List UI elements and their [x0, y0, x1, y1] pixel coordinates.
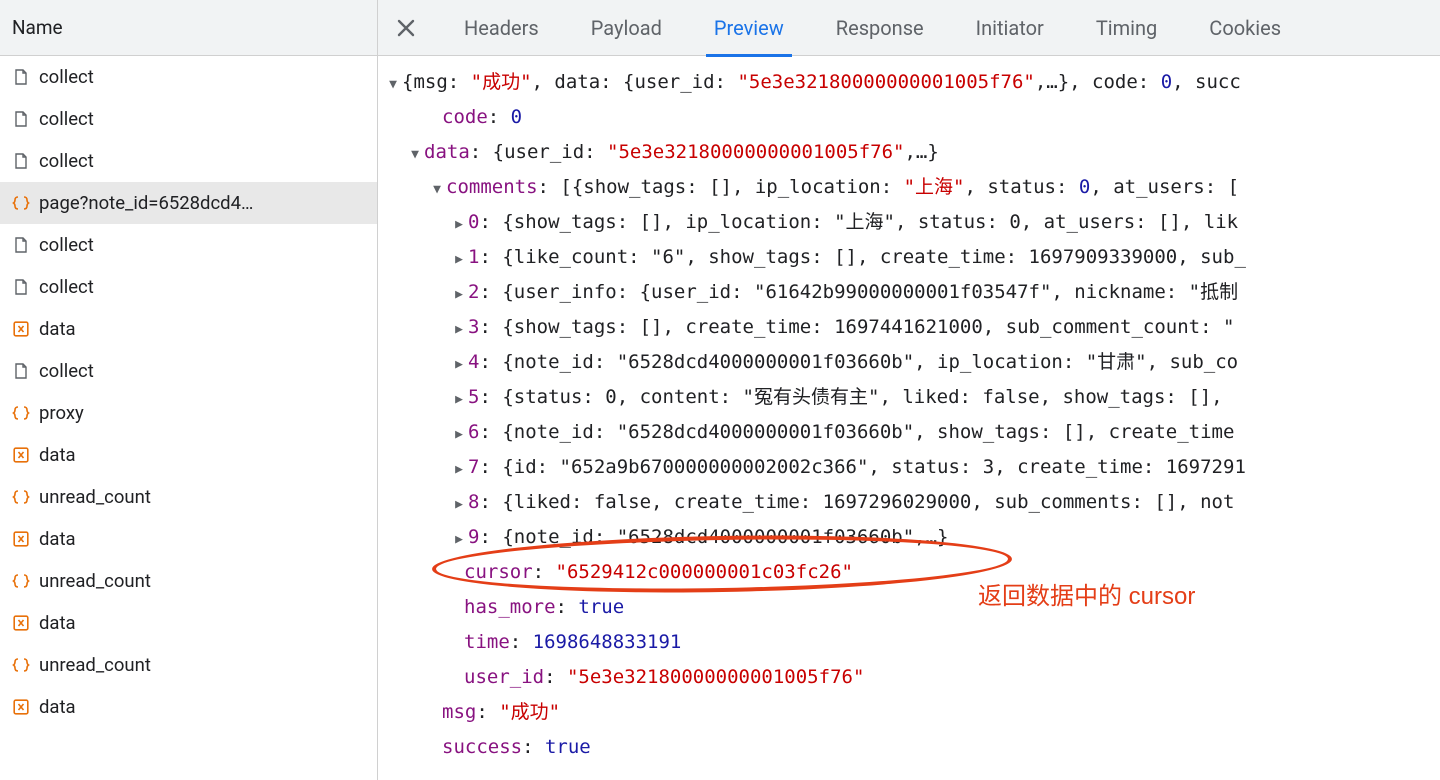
request-name: unread_count	[39, 486, 151, 508]
expand-arrow-icon[interactable]	[450, 454, 468, 486]
json-array-item-row[interactable]: 0: {show_tags: [], ip_location: "上海", st…	[384, 206, 1434, 241]
tab-preview[interactable]: Preview	[688, 0, 810, 56]
request-row[interactable]: unread_count	[0, 644, 377, 686]
tab-timing[interactable]: Timing	[1070, 0, 1183, 56]
expand-arrow-icon[interactable]	[406, 139, 424, 171]
request-name: collect	[39, 66, 94, 88]
request-row[interactable]: proxy	[0, 392, 377, 434]
xhr-orange-icon	[12, 698, 30, 716]
request-row[interactable]: collect	[0, 224, 377, 266]
request-name: unread_count	[39, 570, 151, 592]
json-root-row[interactable]: {msg: "成功", data: {user_id: "5e3e3218000…	[384, 66, 1434, 101]
xhr-orange-icon	[12, 614, 30, 632]
json-orange-icon	[12, 194, 30, 212]
expand-arrow-icon[interactable]	[450, 209, 468, 241]
tab-response[interactable]: Response	[810, 0, 950, 56]
json-data-row[interactable]: data: {user_id: "5e3e32180000000001005f7…	[384, 136, 1434, 171]
doc-icon	[12, 362, 30, 380]
request-name: data	[39, 318, 76, 340]
json-has-more-row[interactable]: has_more: true	[384, 591, 1434, 626]
doc-icon	[12, 68, 30, 86]
request-name: collect	[39, 108, 94, 130]
tab-cookies[interactable]: Cookies	[1183, 0, 1307, 56]
doc-icon	[12, 152, 30, 170]
request-name: data	[39, 444, 76, 466]
request-name: page?note_id=6528dcd4…	[39, 192, 253, 214]
request-row[interactable]: data	[0, 308, 377, 350]
expand-arrow-icon[interactable]	[450, 384, 468, 416]
request-name: collect	[39, 276, 94, 298]
json-array-item-row[interactable]: 3: {show_tags: [], create_time: 16974416…	[384, 311, 1434, 346]
request-row[interactable]: page?note_id=6528dcd4…	[0, 182, 377, 224]
expand-arrow-icon[interactable]	[450, 524, 468, 556]
tab-headers[interactable]: Headers	[438, 0, 565, 56]
expand-arrow-icon[interactable]	[428, 174, 446, 206]
expand-arrow-icon[interactable]	[450, 314, 468, 346]
expand-arrow-icon[interactable]	[450, 489, 468, 521]
json-comments-row[interactable]: comments: [{show_tags: [], ip_location: …	[384, 171, 1434, 206]
json-orange-icon	[12, 572, 30, 590]
request-list: collect collect collect page?note_id=6528dc…	[0, 56, 377, 780]
request-list-panel: Name collect collect collect page?note_id=6…	[0, 0, 378, 780]
json-time-row[interactable]: time: 1698648833191	[384, 626, 1434, 661]
json-msg-row[interactable]: msg: "成功"	[384, 696, 1434, 731]
json-user-id-row[interactable]: user_id: "5e3e32180000000001005f76"	[384, 661, 1434, 696]
expand-arrow-icon[interactable]	[450, 244, 468, 276]
json-array-item-row[interactable]: 5: {status: 0, content: "冤有头债有主", liked:…	[384, 381, 1434, 416]
request-row[interactable]: collect	[0, 140, 377, 182]
doc-icon	[12, 110, 30, 128]
expand-arrow-icon[interactable]	[384, 69, 402, 101]
json-array-item-row[interactable]: 7: {id: "652a9b670000000002002c366", sta…	[384, 451, 1434, 486]
json-array-item-row[interactable]: 2: {user_info: {user_id: "61642b99000000…	[384, 276, 1434, 311]
json-success-row[interactable]: success: true	[384, 731, 1434, 766]
json-code-row[interactable]: code: 0	[384, 101, 1434, 136]
request-name: collect	[39, 234, 94, 256]
json-array-item-row[interactable]: 9: {note_id: "6528dcd4000000001f03660b",…	[384, 521, 1434, 556]
request-row[interactable]: collect	[0, 350, 377, 392]
request-row[interactable]: data	[0, 602, 377, 644]
close-detail-button[interactable]	[388, 10, 424, 46]
expand-arrow-icon[interactable]	[450, 419, 468, 451]
request-name: data	[39, 612, 76, 634]
request-row[interactable]: collect	[0, 266, 377, 308]
expand-arrow-icon[interactable]	[450, 279, 468, 311]
request-row[interactable]: unread_count	[0, 476, 377, 518]
json-array-item-row[interactable]: 6: {note_id: "6528dcd4000000001f03660b",…	[384, 416, 1434, 451]
request-name: data	[39, 528, 76, 550]
request-name: collect	[39, 360, 94, 382]
expand-arrow-icon[interactable]	[450, 349, 468, 381]
json-orange-icon	[12, 404, 30, 422]
request-name: data	[39, 696, 76, 718]
request-row[interactable]: unread_count	[0, 560, 377, 602]
request-name: proxy	[39, 402, 84, 424]
tab-bar: HeadersPayloadPreviewResponseInitiatorTi…	[378, 0, 1440, 56]
xhr-orange-icon	[12, 446, 30, 464]
preview-pane[interactable]: {msg: "成功", data: {user_id: "5e3e3218000…	[378, 56, 1440, 780]
json-array-item-row[interactable]: 8: {liked: false, create_time: 169729602…	[384, 486, 1434, 521]
request-row[interactable]: data	[0, 518, 377, 560]
request-name: collect	[39, 150, 94, 172]
xhr-orange-icon	[12, 320, 30, 338]
doc-icon	[12, 236, 30, 254]
tab-payload[interactable]: Payload	[565, 0, 688, 56]
tab-initiator[interactable]: Initiator	[950, 0, 1070, 56]
json-array-item-row[interactable]: 4: {note_id: "6528dcd4000000001f03660b",…	[384, 346, 1434, 381]
name-column-header[interactable]: Name	[0, 0, 377, 56]
json-array-item-row[interactable]: 1: {like_count: "6", show_tags: [], crea…	[384, 241, 1434, 276]
annotation-text: 返回数据中的 cursor	[978, 581, 1195, 613]
request-row[interactable]: collect	[0, 98, 377, 140]
xhr-orange-icon	[12, 530, 30, 548]
detail-panel: HeadersPayloadPreviewResponseInitiatorTi…	[378, 0, 1440, 780]
request-row[interactable]: data	[0, 434, 377, 476]
json-orange-icon	[12, 488, 30, 506]
close-icon	[397, 19, 415, 37]
json-orange-icon	[12, 656, 30, 674]
doc-icon	[12, 278, 30, 296]
request-row[interactable]: collect	[0, 56, 377, 98]
request-row[interactable]: data	[0, 686, 377, 728]
json-cursor-row[interactable]: cursor: "6529412c000000001c03fc26"	[384, 556, 1434, 591]
request-name: unread_count	[39, 654, 151, 676]
